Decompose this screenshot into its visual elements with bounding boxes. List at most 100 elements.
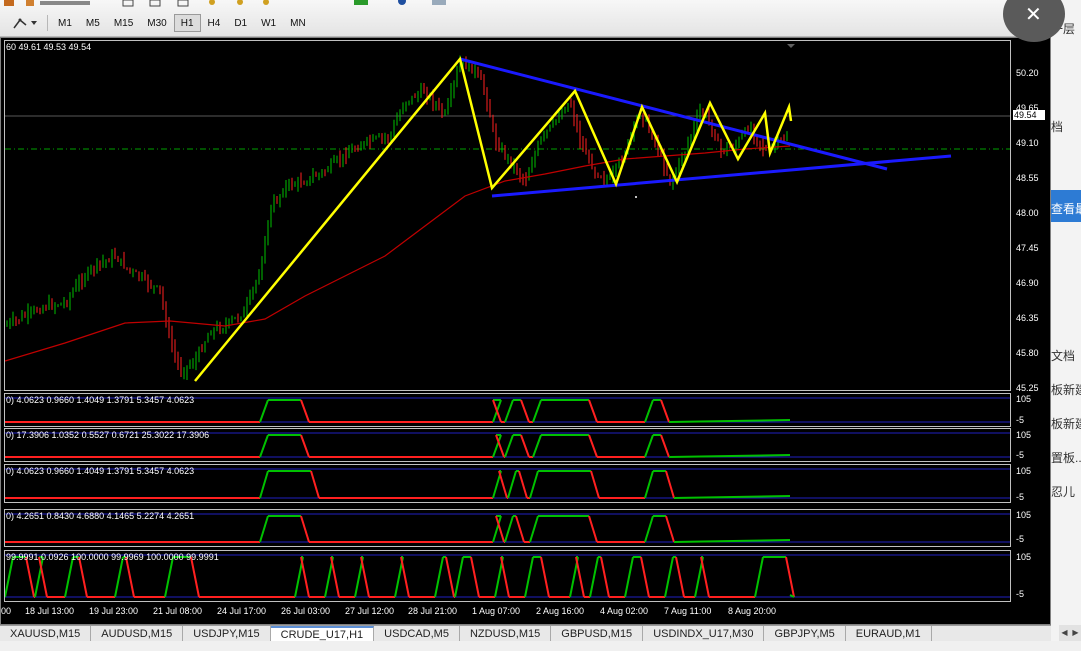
moving-average-line	[5, 145, 791, 362]
indicator-segment	[300, 434, 310, 458]
indicator-segment	[259, 515, 269, 543]
indicator-segment	[310, 470, 320, 499]
indicator-info: 0) 4.0623 0.9660 1.4049 1.3791 5.3457 4.…	[6, 466, 195, 476]
indicator-segment	[665, 515, 675, 543]
time-tick-label: 1 Aug 07:00	[472, 606, 521, 616]
side-text: 置板...	[1051, 451, 1081, 465]
timeframe-m15[interactable]: M15	[107, 14, 140, 32]
side-button[interactable]: 查看最	[1051, 190, 1081, 222]
indicator-scale-bottom: -5	[1016, 415, 1025, 425]
indicator-segment	[38, 556, 48, 598]
tab-nzdusd[interactable]: NZDUSD,M15	[460, 626, 552, 642]
time-tick-label: 26 Jul 03:00	[281, 606, 331, 616]
indicator-segment	[664, 556, 674, 598]
price-tick-label: 50.20	[1016, 68, 1039, 78]
chart-tabs: XAUUSD,M15 AUDUSD,M15 USDJPY,M15 CRUDE_U…	[0, 625, 1051, 642]
indicator-segment	[675, 556, 685, 598]
scroll-left-icon[interactable]: ◀	[1059, 625, 1070, 641]
indicator-scale-bottom: -5	[1016, 534, 1025, 544]
timeframe-h1[interactable]: H1	[173, 14, 201, 32]
indicator-segment	[330, 556, 340, 598]
indicator-pane-5[interactable]: 99.9991 0.0926 100.0000 99.9969 100.0000…	[4, 550, 1011, 602]
indicator-info: 99.9991 0.0926 100.0000 99.9969 100.0000…	[6, 552, 219, 562]
indicator-segment	[644, 399, 654, 423]
indicator-segment	[507, 470, 517, 499]
time-tick-label: 00	[1, 606, 12, 616]
tab-usdcad[interactable]: USDCAD,M5	[374, 626, 460, 642]
timeframe-h4[interactable]: H4	[201, 14, 228, 32]
indicator-pane-2[interactable]: 0) 17.3906 1.0352 0.5527 0.6721 25.3022 …	[4, 428, 1011, 462]
indicator-segment	[400, 556, 410, 598]
toolbar: M1 M5 M15 M30 H1 H4 D1 W1 MN	[0, 0, 1051, 37]
indicator-segment	[588, 515, 598, 543]
price-tick-label: 48.55	[1016, 173, 1039, 183]
indicator-scale-bottom: -5	[1016, 450, 1025, 460]
tab-gbpusd[interactable]: GBPUSD,M15	[551, 626, 644, 642]
price-pane[interactable]: 60 49.61 49.53 49.54	[4, 40, 1011, 391]
timeframe-w1[interactable]: W1	[254, 14, 283, 32]
scroll-right-icon[interactable]: ▶	[1070, 625, 1081, 641]
tab-xauusd[interactable]: XAUUSD,M15	[0, 626, 92, 642]
indicator-segment	[504, 434, 514, 458]
indicator-scale-top: 105	[1016, 466, 1032, 476]
upper-trendline	[459, 57, 888, 171]
current-price-tag: 49.54	[1013, 110, 1045, 120]
indicator-segment	[25, 556, 35, 598]
indicator-segment	[520, 399, 530, 423]
time-tick-label: 2 Aug 16:00	[536, 606, 585, 616]
indicator-segment	[588, 399, 598, 423]
price-tick-label: 46.35	[1016, 313, 1039, 323]
indicator-segment	[754, 556, 764, 598]
tab-crude[interactable]: CRUDE_U17,H1	[270, 626, 375, 642]
side-text: 板新建	[1051, 417, 1081, 431]
timeframe-d1[interactable]: D1	[227, 14, 254, 32]
indicator-segment	[470, 556, 480, 598]
status-strip	[0, 641, 1081, 651]
side-text: 档	[1051, 120, 1064, 134]
line-studies-dropdown[interactable]	[12, 16, 38, 30]
toolbar-icons-strip[interactable]	[0, 0, 480, 8]
indicator-segment	[540, 556, 550, 598]
timeframe-m30[interactable]: M30	[140, 14, 173, 32]
indicator-segment	[644, 434, 654, 458]
indicator-segment	[5, 556, 14, 598]
indicator-segment	[589, 556, 599, 598]
indicator-pane-3[interactable]: 0) 4.0623 0.9660 1.4049 1.3791 5.3457 4.…	[4, 464, 1011, 503]
tab-euraud[interactable]: EURAUD,M1	[846, 626, 932, 642]
indicator-segment	[300, 399, 310, 423]
indicator-pane-1[interactable]: 0) 4.0623 0.9660 1.4049 1.3791 5.3457 4.…	[4, 393, 1011, 427]
indicator-segment	[588, 434, 598, 458]
indicator-info: 0) 4.0623 0.9660 1.4049 1.3791 5.3457 4.…	[6, 395, 195, 405]
indicator-segment	[500, 556, 510, 598]
chart-window[interactable]: 60 49.61 49.53 49.54 0) 4.0623 0.9660 1.…	[0, 37, 1051, 625]
indicator-segment	[575, 556, 585, 598]
tab-usdjpy[interactable]: USDJPY,M15	[183, 626, 271, 642]
tab-audusd[interactable]: AUDUSD,M15	[91, 626, 184, 642]
indicator-segment	[434, 556, 444, 598]
background-page	[1051, 0, 1081, 651]
side-text: 板新建	[1051, 383, 1081, 397]
indicator-segment	[454, 556, 464, 598]
line-studies-icon	[13, 18, 27, 29]
indicator-segment	[190, 556, 200, 598]
timeframe-mn[interactable]: MN	[283, 14, 313, 32]
indicator-segment	[518, 470, 528, 499]
indicator-segment	[660, 434, 670, 458]
indicator-segment	[624, 556, 634, 598]
indicator-scale-top: 105	[1016, 430, 1032, 440]
indicator-segment	[259, 470, 269, 499]
timeframe-m5[interactable]: M5	[79, 14, 107, 32]
indicator-pane-4[interactable]: 0) 4.2651 0.8430 4.6880 4.1465 5.2274 4.…	[4, 509, 1011, 547]
indicator-segment	[515, 515, 525, 543]
indicator-segment	[125, 556, 135, 598]
indicator-segment	[590, 470, 600, 499]
side-button-label: 查看最	[1051, 202, 1081, 216]
indicator-info: 0) 4.2651 0.8430 4.6880 4.1465 5.2274 4.…	[6, 511, 195, 521]
indicator-segment	[529, 515, 539, 543]
timeframe-m1[interactable]: M1	[51, 14, 79, 32]
tab-gbpjpy[interactable]: GBPJPY,M5	[764, 626, 846, 642]
indicator-segment	[520, 434, 530, 458]
tab-usdindx[interactable]: USDINDX_U17,M30	[643, 626, 765, 642]
chevron-down-icon	[31, 21, 37, 25]
price-info: 60 49.61 49.53 49.54	[6, 42, 92, 52]
